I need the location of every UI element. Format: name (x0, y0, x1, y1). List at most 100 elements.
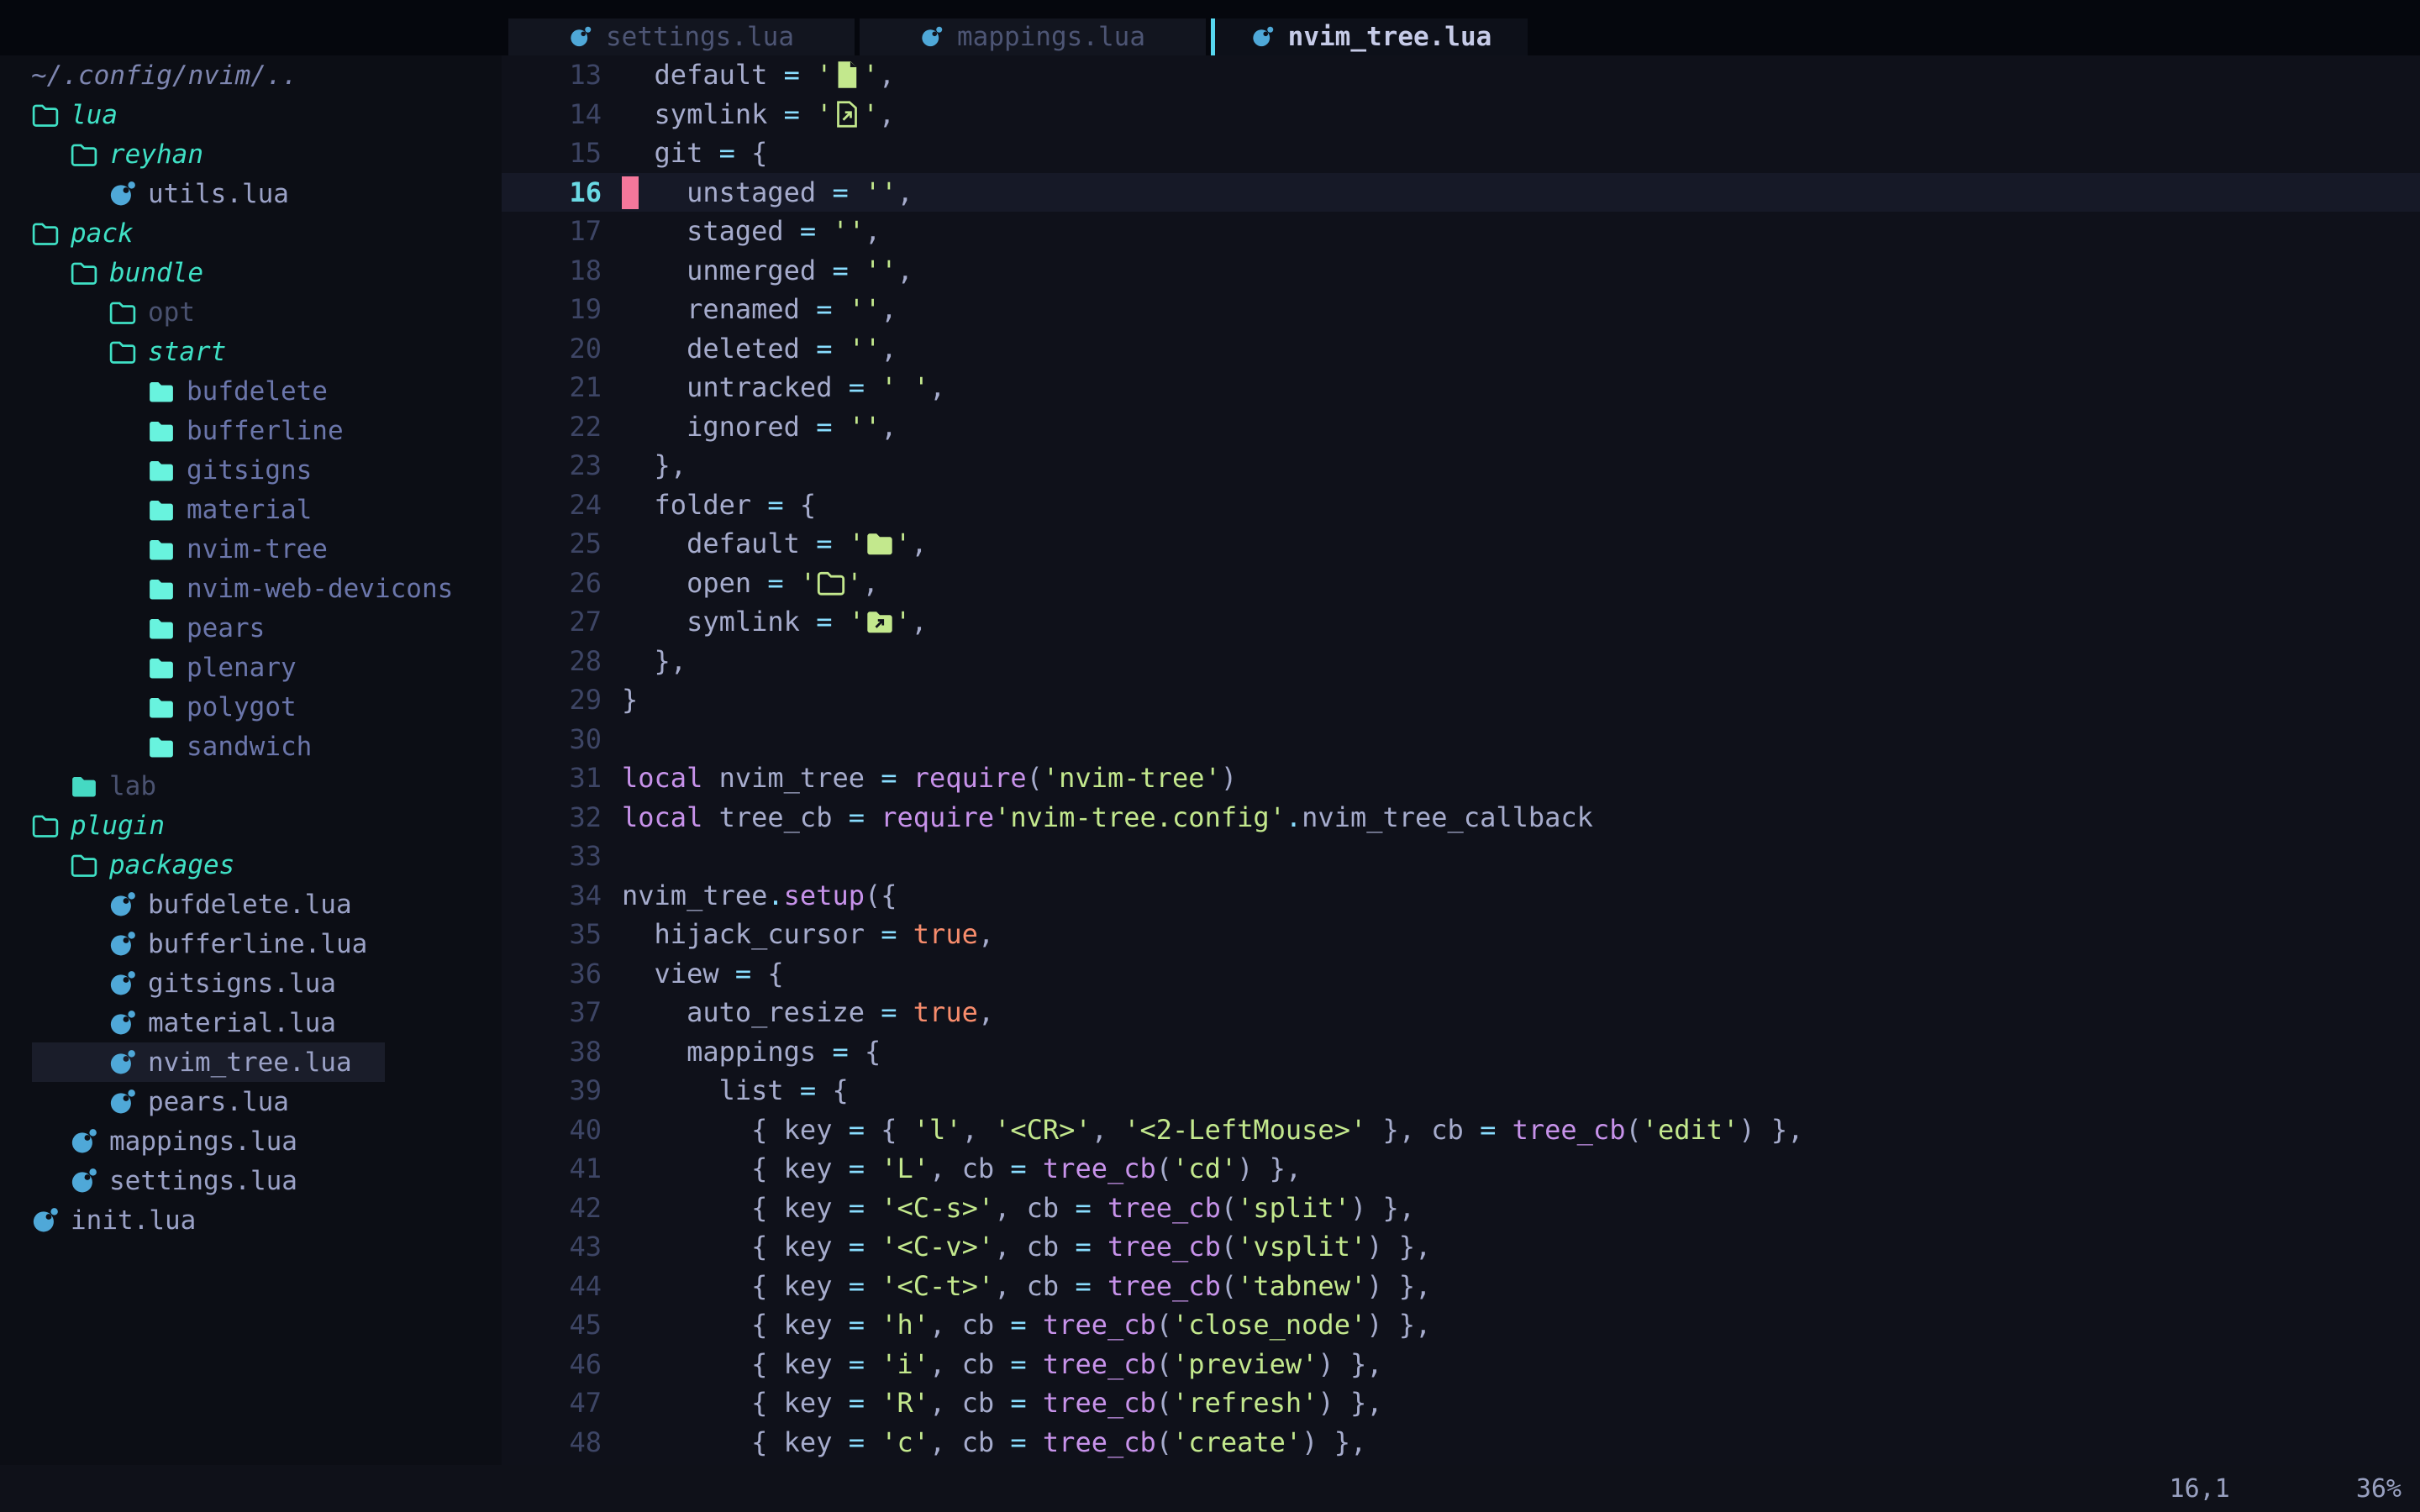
tree-item-lab[interactable]: lab (0, 766, 502, 806)
tree-item-nvim-tree[interactable]: nvim-tree (0, 529, 502, 569)
code-line-45[interactable]: 45 { key = 'h', cb = tree_cb('close_node… (502, 1305, 2420, 1345)
code-line-28[interactable]: 28 }, (502, 642, 2420, 681)
lua-file-icon (108, 930, 137, 958)
tab-label: mappings.lua (957, 22, 1145, 52)
code-line-32[interactable]: 32local tree_cb = require'nvim-tree.conf… (502, 798, 2420, 837)
tree-item-bufferline.lua[interactable]: bufferline.lua (0, 924, 502, 963)
lua-file-icon (70, 1127, 98, 1156)
code-editor[interactable]: 13 default = '',14 symlink = '',15 git =… (502, 55, 2420, 1465)
code-line-20[interactable]: 20 deleted = '', (502, 329, 2420, 369)
code-token: ( (1156, 1387, 1172, 1419)
code-token (865, 1426, 881, 1458)
tree-item-bufdelete.lua[interactable]: bufdelete.lua (0, 885, 502, 924)
line-number: 42 (502, 1189, 602, 1228)
folder-closed-icon (147, 654, 176, 682)
code-line-22[interactable]: 22 ignored = '', (502, 407, 2420, 447)
tree-item-nvim_tree.lua[interactable]: nvim_tree.lua (0, 1042, 502, 1082)
line-number: 18 (502, 251, 602, 291)
tree-item-bundle[interactable]: bundle (0, 253, 502, 292)
tree-item-start[interactable]: start (0, 332, 502, 371)
tree-item-nvim-web-devicons[interactable]: nvim-web-devicons (0, 569, 502, 608)
tree-item-plugin[interactable]: plugin (0, 806, 502, 845)
lua-file-icon (569, 25, 592, 49)
tree-item-pack[interactable]: pack (0, 213, 502, 253)
code-token: 'preview' (1172, 1348, 1318, 1380)
code-line-43[interactable]: 43 { key = '<C-v>', cb = tree_cb('vsplit… (502, 1227, 2420, 1267)
code-line-42[interactable]: 42 { key = '<C-s>', cb = tree_cb('split'… (502, 1189, 2420, 1228)
code-line-38[interactable]: 38 mappings = { (502, 1032, 2420, 1072)
tree-item-opt[interactable]: opt (0, 292, 502, 332)
code-line-27[interactable]: 27 symlink = '', (502, 602, 2420, 642)
tree-item-reyhan[interactable]: reyhan (0, 134, 502, 174)
code-line-15[interactable]: 15 git = { (502, 134, 2420, 173)
code-line-24[interactable]: 24 folder = { (502, 486, 2420, 525)
tree-item-gitsigns.lua[interactable]: gitsigns.lua (0, 963, 502, 1003)
code-token: renamed (622, 293, 816, 325)
code-line-40[interactable]: 40 { key = { 'l', '<CR>', '<2-LeftMouse>… (502, 1110, 2420, 1150)
line-number: 15 (502, 134, 602, 173)
code-token: , (1092, 1114, 1124, 1146)
tree-item-sandwich[interactable]: sandwich (0, 727, 502, 766)
tab-mappings.lua[interactable]: mappings.lua (860, 18, 1206, 55)
root-path-label: ~/.config/nvim/.. (31, 60, 297, 91)
code-token: ) }, (1318, 1387, 1382, 1419)
code-line-41[interactable]: 41 { key = 'L', cb = tree_cb('cd') }, (502, 1149, 2420, 1189)
code-line-39[interactable]: 39 list = { (502, 1071, 2420, 1110)
folder-closed-icon (147, 693, 176, 722)
code-line-47[interactable]: 47 { key = 'R', cb = tree_cb('refresh') … (502, 1383, 2420, 1423)
code-line-33[interactable]: 33 (502, 837, 2420, 876)
tree-item-plenary[interactable]: plenary (0, 648, 502, 687)
code-line-29[interactable]: 29} (502, 680, 2420, 720)
tree-item-packages[interactable]: packages (0, 845, 502, 885)
tree-item-label: init.lua (71, 1205, 196, 1236)
tree-item-material.lua[interactable]: material.lua (0, 1003, 502, 1042)
code-token: require (913, 762, 1027, 794)
tree-item-polygot[interactable]: polygot (0, 687, 502, 727)
tree-item-pears[interactable]: pears (0, 608, 502, 648)
tree-item-pears.lua[interactable]: pears.lua (0, 1082, 502, 1121)
tree-item-mappings.lua[interactable]: mappings.lua (0, 1121, 502, 1161)
line-number: 34 (502, 876, 602, 916)
code-line-17[interactable]: 17 staged = '', (502, 212, 2420, 251)
code-line-46[interactable]: 46 { key = 'i', cb = tree_cb('preview') … (502, 1345, 2420, 1384)
code-token (1027, 1152, 1043, 1184)
code-token (849, 176, 865, 208)
code-line-13[interactable]: 13 default = '', (502, 55, 2420, 95)
code-line-37[interactable]: 37 auto_resize = true, (502, 993, 2420, 1032)
code-line-44[interactable]: 44 { key = '<C-t>', cb = tree_cb('tabnew… (502, 1267, 2420, 1306)
tree-item-bufferline[interactable]: bufferline (0, 411, 502, 450)
code-line-16[interactable]: 16 unstaged = '', (502, 173, 2420, 213)
code-line-31[interactable]: 31local nvim_tree = require('nvim-tree') (502, 759, 2420, 798)
code-token: ) }, (1366, 1309, 1431, 1341)
code-line-19[interactable]: 19 renamed = '', (502, 290, 2420, 329)
code-line-48[interactable]: 48 { key = 'c', cb = tree_cb('create') }… (502, 1423, 2420, 1462)
code-token: , cb (994, 1231, 1075, 1263)
code-line-30[interactable]: 30 (502, 720, 2420, 759)
tree-item-init.lua[interactable]: init.lua (0, 1200, 502, 1240)
tree-item-material[interactable]: material (0, 490, 502, 529)
code-line-14[interactable]: 14 symlink = '', (502, 95, 2420, 134)
code-token: ( (1221, 1231, 1237, 1263)
code-line-18[interactable]: 18 unmerged = '', (502, 251, 2420, 291)
tab-settings.lua[interactable]: settings.lua (508, 18, 855, 55)
code-token (897, 996, 913, 1028)
code-line-23[interactable]: 23 }, (502, 446, 2420, 486)
code-line-36[interactable]: 36 view = { (502, 954, 2420, 994)
code-token (897, 762, 913, 794)
code-line-34[interactable]: 34nvim_tree.setup({ (502, 876, 2420, 916)
code-line-21[interactable]: 21 untracked = ' ', (502, 368, 2420, 407)
code-token (865, 1192, 881, 1224)
tree-item-label: bundle (109, 258, 203, 288)
tree-root-path[interactable]: ~/.config/nvim/.. (0, 55, 502, 95)
code-token: local (622, 762, 702, 794)
tab-nvim_tree.lua[interactable]: nvim_tree.lua (1215, 18, 1528, 55)
code-token: list (622, 1074, 800, 1106)
code-line-25[interactable]: 25 default = '', (502, 524, 2420, 564)
code-line-35[interactable]: 35 hijack_cursor = true, (502, 915, 2420, 954)
tree-item-gitsigns[interactable]: gitsigns (0, 450, 502, 490)
tree-item-utils.lua[interactable]: utils.lua (0, 174, 502, 213)
code-line-26[interactable]: 26 open = '', (502, 564, 2420, 603)
tree-item-settings.lua[interactable]: settings.lua (0, 1161, 502, 1200)
tree-item-bufdelete[interactable]: bufdelete (0, 371, 502, 411)
tree-item-lua[interactable]: lua (0, 95, 502, 134)
